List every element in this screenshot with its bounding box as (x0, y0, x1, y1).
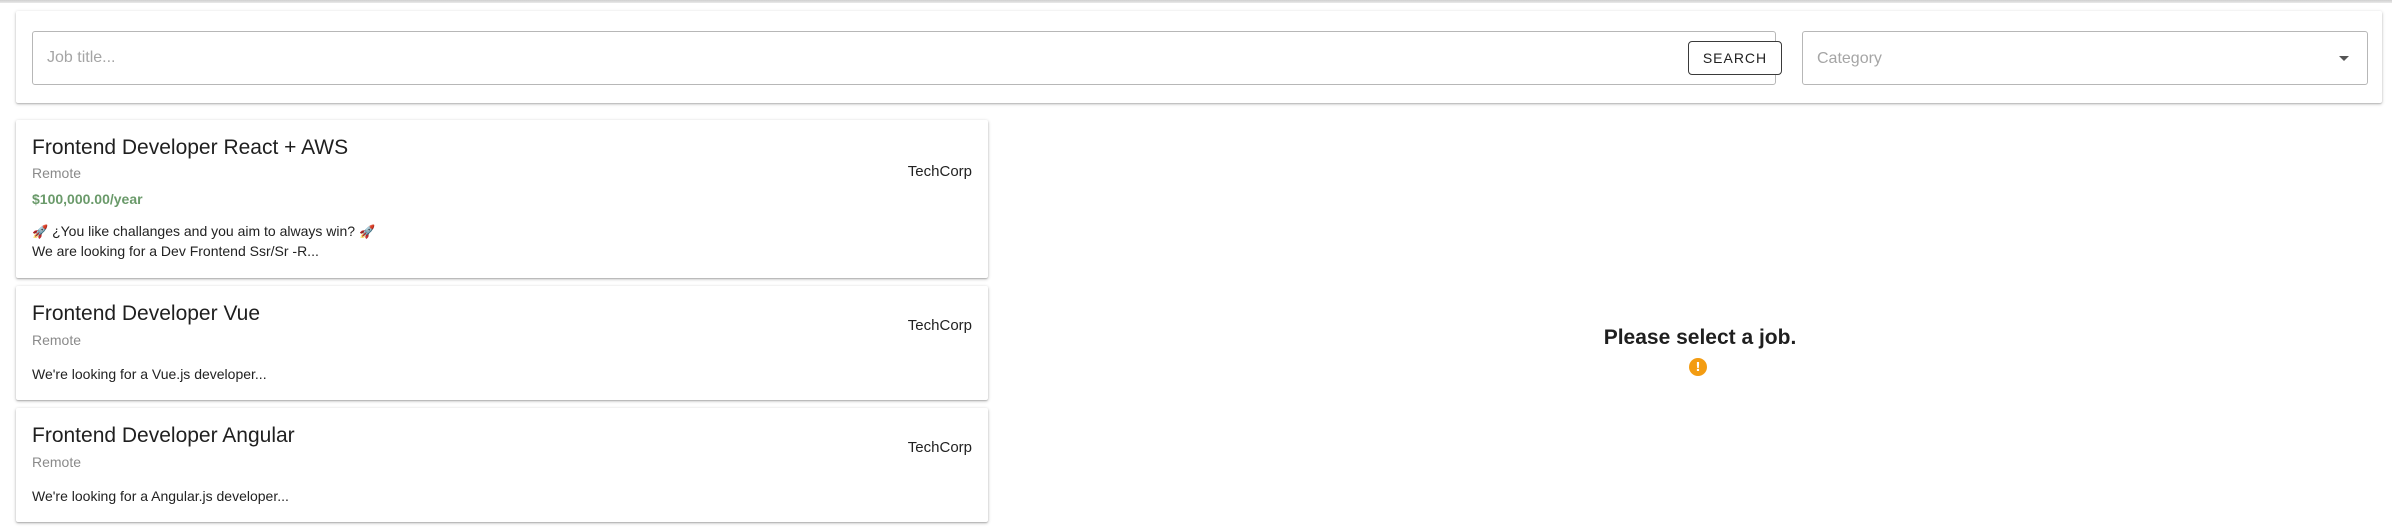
job-location: Remote (32, 165, 82, 181)
job-salary: $100,000.00/year (32, 191, 143, 207)
job-description-text: ¿You like challanges and you aim to alwa… (52, 223, 356, 239)
job-location: Remote (32, 332, 82, 348)
job-description-line-2: We are looking for a Dev Frontend Ssr/Sr… (32, 243, 319, 259)
search-panel: SEARCH Category (16, 11, 2382, 103)
job-card[interactable]: Frontend Developer React + AWS Remote $1… (16, 120, 988, 278)
job-title-input[interactable] (33, 32, 1647, 84)
warning-icon: ! (1689, 358, 1707, 376)
job-title: Frontend Developer Vue (32, 302, 261, 325)
job-card[interactable]: Frontend Developer Vue Remote TechCorp W… (16, 286, 988, 400)
rocket-icon: 🚀 (32, 224, 49, 239)
job-company: TechCorp (907, 439, 972, 456)
chevron-down-icon (2339, 56, 2349, 61)
job-title: Frontend Developer Angular (32, 424, 295, 447)
job-description-line-1: We're looking for a Vue.js developer... (32, 366, 267, 382)
job-title-field[interactable]: SEARCH (32, 31, 1782, 85)
job-title: Frontend Developer React + AWS (32, 136, 349, 159)
rocket-icon: 🚀 (358, 224, 376, 239)
search-button[interactable]: SEARCH (1688, 41, 1782, 75)
job-company: TechCorp (907, 163, 972, 180)
job-card[interactable]: Frontend Developer Angular Remote TechCo… (16, 408, 988, 522)
category-select[interactable]: Category (1802, 31, 2368, 85)
job-location: Remote (32, 454, 82, 470)
job-description-line-1: We're looking for a Angular.js developer… (32, 488, 289, 504)
category-placeholder: Category (1817, 50, 1882, 67)
top-divider (0, 0, 2392, 3)
job-description-line-1: 🚀 ¿You like challanges and you aim to al… (32, 223, 375, 240)
empty-selection-message: Please select a job. (1603, 326, 1797, 349)
job-company: TechCorp (907, 317, 972, 334)
